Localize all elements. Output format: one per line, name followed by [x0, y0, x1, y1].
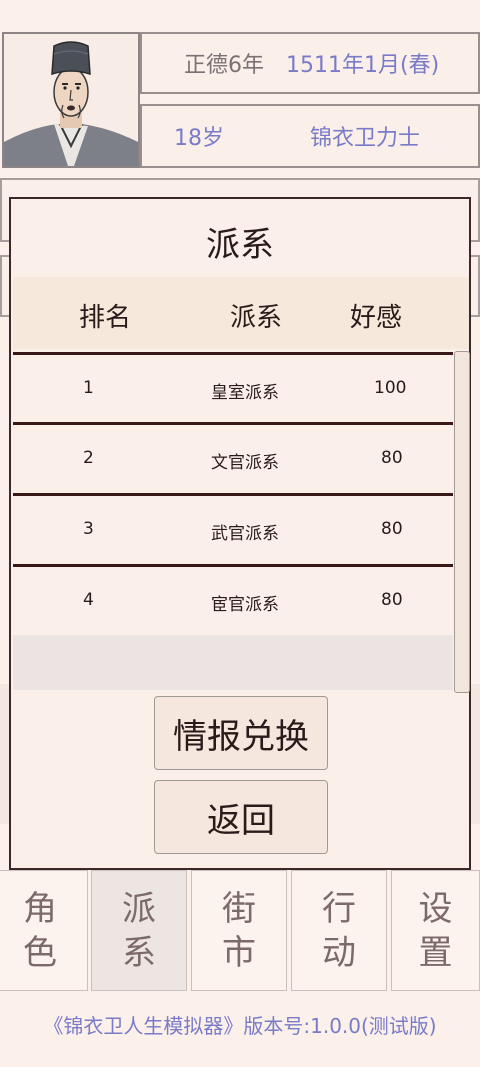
nav-tab-character[interactable]: 角 色 — [0, 870, 88, 991]
nav-tab-label: 动 — [322, 932, 356, 973]
table-header: 排名 派系 好感 — [13, 277, 469, 349]
date-label: 1511年1月(春) — [286, 53, 440, 78]
table-row[interactable]: 3 武官派系 80 — [13, 493, 453, 564]
nav-tab-label: 派 — [122, 888, 156, 929]
faction-cell: 文官派系 — [211, 453, 279, 473]
rank-cell: 3 — [83, 519, 94, 539]
date-bar: 正德6年 1511年1月(春) — [140, 32, 480, 94]
back-button[interactable]: 返回 — [154, 780, 328, 854]
faction-list[interactable]: 1 皇室派系 100 2 文官派系 80 3 武官派系 80 4 宦官派系 80 — [13, 352, 453, 690]
status-bar: 18岁 锦衣卫力士 — [140, 104, 480, 168]
nav-tab-label: 色 — [23, 932, 57, 973]
table-row[interactable]: 4 宦官派系 80 — [13, 564, 453, 635]
rank-cell: 4 — [83, 590, 94, 610]
rank-cell: 1 — [83, 378, 94, 398]
intel-exchange-button[interactable]: 情报兑换 — [154, 696, 328, 770]
column-header-faction: 派系 — [230, 303, 283, 333]
nav-tab-label: 系 — [122, 932, 156, 973]
era-label: 正德6年 — [184, 53, 264, 78]
faction-cell: 武官派系 — [211, 524, 279, 544]
list-scrollbar[interactable] — [454, 351, 470, 693]
table-row[interactable]: 1 皇室派系 100 — [13, 352, 453, 423]
nav-tab-label: 角 — [23, 888, 57, 929]
rank-title-label: 锦衣卫力士 — [310, 126, 421, 151]
table-row[interactable]: 2 文官派系 80 — [13, 422, 453, 493]
nav-tab-label: 街 — [222, 888, 256, 929]
dialog-title: 派系 — [206, 225, 274, 265]
age-label: 18岁 — [174, 126, 224, 151]
nav-tab-label: 市 — [222, 932, 256, 973]
nav-tab-market[interactable]: 街 市 — [191, 870, 287, 991]
favor-cell: 80 — [381, 519, 403, 539]
faction-cell: 宦官派系 — [211, 595, 279, 615]
nav-tab-label: 行 — [322, 888, 356, 929]
nav-tab-faction[interactable]: 派 系 — [91, 870, 187, 991]
nav-tab-label: 设 — [418, 888, 453, 929]
favor-cell: 80 — [381, 448, 403, 468]
character-portrait — [2, 32, 140, 168]
nav-tab-action[interactable]: 行 动 — [291, 870, 387, 991]
nav-tab-label: 置 — [418, 932, 453, 973]
version-footer: 《锦衣卫人生模拟器》版本号:1.0.0(测试版) — [43, 1014, 437, 1038]
faction-dialog: 派系 排名 派系 好感 1 皇室派系 100 2 文官派系 80 3 武官派系 … — [9, 197, 471, 870]
official-portrait-icon — [4, 41, 138, 166]
favor-cell: 100 — [374, 378, 407, 398]
column-header-favor: 好感 — [350, 303, 403, 333]
rank-cell: 2 — [83, 448, 94, 468]
nav-tab-settings[interactable]: 设 置 — [391, 870, 480, 991]
favor-cell: 80 — [381, 590, 403, 610]
column-header-rank: 排名 — [79, 303, 132, 333]
faction-cell: 皇室派系 — [211, 383, 279, 403]
